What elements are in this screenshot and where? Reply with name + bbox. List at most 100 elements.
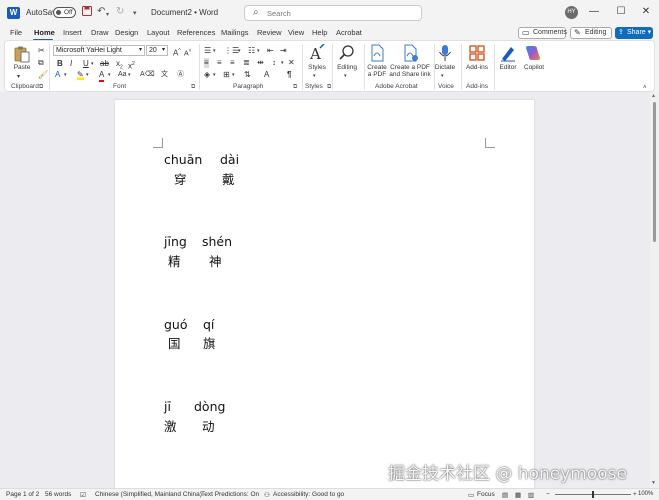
- add-ins-icon[interactable]: [468, 44, 486, 62]
- undo-icon[interactable]: ↶: [97, 6, 105, 18]
- borders-dropdown-icon[interactable]: ▾: [232, 70, 235, 80]
- vertical-scrollbar[interactable]: ▲ ▼: [650, 92, 659, 488]
- change-case-dropdown-icon[interactable]: ▾: [128, 70, 131, 80]
- shading-icon[interactable]: ◈: [204, 70, 210, 80]
- avatar[interactable]: HY: [565, 6, 578, 19]
- align-right-icon[interactable]: ≡: [230, 58, 235, 68]
- highlight-icon[interactable]: ✎: [77, 70, 84, 80]
- proofing-icon[interactable]: ☑: [80, 491, 86, 499]
- tab-file[interactable]: File: [10, 28, 22, 37]
- search-input[interactable]: [267, 8, 407, 18]
- tab-help[interactable]: Help: [312, 28, 327, 37]
- clear-formatting-icon[interactable]: A⌫: [140, 70, 155, 80]
- sort-icon[interactable]: ⇅: [244, 70, 251, 80]
- justify-icon[interactable]: ≣: [243, 58, 250, 68]
- grow-font-icon[interactable]: A^: [173, 46, 181, 59]
- editor-icon[interactable]: [499, 44, 517, 62]
- zoom-level[interactable]: 100%: [638, 491, 653, 497]
- phonetic-guide-icon[interactable]: 文: [161, 70, 168, 80]
- styles-launcher-icon[interactable]: ⧉: [327, 84, 331, 91]
- styles-icon[interactable]: A: [308, 43, 326, 63]
- copy-icon[interactable]: ⧉: [38, 58, 44, 68]
- share-button[interactable]: ⇪ Share ▾: [615, 27, 653, 39]
- styles-dropdown-icon[interactable]: ▾: [313, 71, 316, 81]
- copilot-icon[interactable]: [524, 44, 542, 62]
- numbering-icon[interactable]: ⋮☰: [224, 46, 239, 56]
- zoom-slider-thumb[interactable]: [592, 491, 594, 498]
- multilevel-dropdown-icon[interactable]: ▾: [257, 46, 260, 56]
- font-launcher-icon[interactable]: ⧉: [191, 84, 195, 91]
- text-effects-icon[interactable]: A: [55, 70, 60, 80]
- zoom-out-icon[interactable]: −: [546, 491, 550, 498]
- font-color-dropdown-icon[interactable]: ▾: [108, 70, 111, 80]
- font-size-select[interactable]: 20 ▾: [146, 45, 168, 56]
- accessibility-status[interactable]: Accessibility: Good to go: [273, 491, 344, 498]
- scroll-up-icon[interactable]: ▲: [651, 93, 656, 99]
- tab-review[interactable]: Review: [257, 28, 282, 37]
- paragraph-launcher-icon[interactable]: ⧉: [293, 84, 297, 91]
- find-icon[interactable]: [338, 44, 356, 62]
- customize-quick-access-icon[interactable]: ▾: [133, 8, 137, 20]
- line-spacing-icon[interactable]: ↕: [272, 58, 276, 68]
- text-predictions-status[interactable]: Text Predictions: On: [201, 491, 259, 498]
- italic-icon[interactable]: I: [70, 59, 72, 69]
- autosave-toggle[interactable]: Off: [53, 7, 76, 18]
- tab-view[interactable]: View: [288, 28, 304, 37]
- tab-layout[interactable]: Layout: [147, 28, 170, 37]
- paste-dropdown-icon[interactable]: ▾: [17, 72, 20, 82]
- tab-mailings[interactable]: Mailings: [221, 28, 249, 37]
- increase-indent-icon[interactable]: ⇥: [280, 46, 287, 56]
- focus-label[interactable]: Focus: [477, 491, 495, 498]
- distributed-icon[interactable]: ⇹: [257, 58, 264, 68]
- chinese-layout-icon[interactable]: ✕: [288, 58, 295, 68]
- shading-dropdown-icon[interactable]: ▾: [213, 70, 216, 80]
- show-formatting-icon[interactable]: ¶: [287, 70, 291, 80]
- bullets-icon[interactable]: ☰: [204, 46, 211, 56]
- create-pdf-icon[interactable]: [368, 44, 386, 62]
- shrink-font-icon[interactable]: A˅: [184, 46, 192, 59]
- read-mode-icon[interactable]: ▤: [502, 491, 508, 499]
- borders-icon[interactable]: ⊞: [223, 70, 230, 80]
- comments-button[interactable]: ▭ Comments: [518, 27, 567, 39]
- cut-icon[interactable]: ✂: [38, 46, 45, 56]
- close-icon[interactable]: ✕: [637, 4, 655, 20]
- bullets-dropdown-icon[interactable]: ▾: [213, 46, 216, 56]
- change-case-icon[interactable]: Aa: [118, 70, 127, 80]
- enclose-characters-icon[interactable]: Ⓐ: [177, 70, 184, 80]
- tab-insert[interactable]: Insert: [63, 28, 82, 37]
- save-icon[interactable]: [82, 6, 92, 20]
- paste-icon[interactable]: [13, 45, 31, 63]
- clipboard-launcher-icon[interactable]: ⧉: [39, 84, 43, 91]
- tab-home[interactable]: Home: [34, 28, 55, 37]
- create-share-pdf-icon[interactable]: [401, 44, 419, 62]
- focus-icon[interactable]: ▭: [468, 491, 474, 499]
- tab-references[interactable]: References: [177, 28, 215, 37]
- underline-icon[interactable]: U: [83, 59, 89, 69]
- multilevel-list-icon[interactable]: ☷: [248, 46, 255, 56]
- tab-design[interactable]: Design: [115, 28, 138, 37]
- redo-icon[interactable]: ↻: [116, 6, 124, 18]
- word-count[interactable]: 56 words: [45, 491, 71, 498]
- numbering-dropdown-icon[interactable]: ▾: [238, 46, 241, 56]
- scroll-down-icon[interactable]: ▼: [651, 480, 656, 486]
- page-count[interactable]: Page 1 of 2: [6, 491, 39, 498]
- editing-mode-button[interactable]: ✎Editing ▾: [570, 27, 612, 46]
- tab-acrobat[interactable]: Acrobat: [336, 28, 362, 37]
- editing-dropdown-icon[interactable]: ▾: [344, 71, 347, 81]
- zoom-in-icon[interactable]: +: [633, 491, 637, 498]
- dictate-dropdown-icon[interactable]: ▾: [441, 71, 444, 81]
- highlight-dropdown-icon[interactable]: ▾: [86, 70, 89, 80]
- align-center-icon[interactable]: ≡: [217, 58, 222, 68]
- tab-draw[interactable]: Draw: [91, 28, 109, 37]
- microphone-icon[interactable]: [436, 44, 454, 62]
- format-painter-icon[interactable]: 🖌: [38, 70, 48, 80]
- font-name-select[interactable]: Microsoft YaHei Light ▾: [53, 45, 145, 56]
- underline-dropdown-icon[interactable]: ▾: [91, 59, 94, 69]
- text-effects-dropdown-icon[interactable]: ▾: [64, 70, 67, 80]
- web-layout-icon[interactable]: ▥: [528, 491, 534, 499]
- print-layout-icon[interactable]: ▦: [515, 491, 521, 499]
- asian-layout-icon[interactable]: A: [264, 70, 269, 80]
- undo-dropdown-icon[interactable]: ▾: [106, 9, 109, 21]
- strikethrough-icon[interactable]: ab: [100, 59, 109, 69]
- font-color-icon[interactable]: A: [99, 70, 105, 82]
